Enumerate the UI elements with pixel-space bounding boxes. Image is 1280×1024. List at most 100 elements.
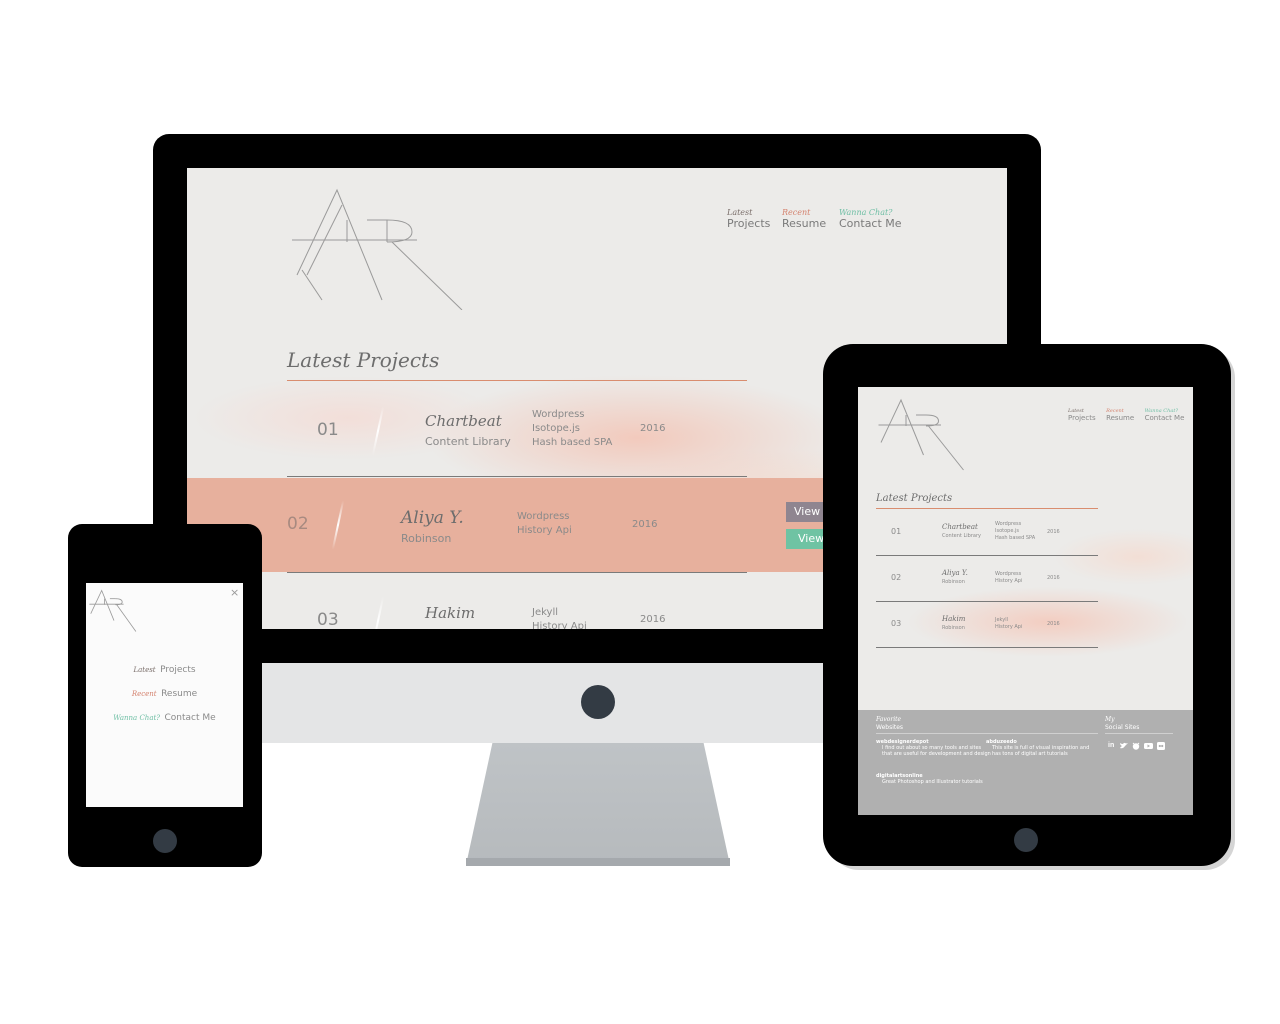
monitor-stand-base	[466, 858, 730, 866]
nav-item-resume[interactable]: Recent Resume	[1106, 408, 1134, 422]
tech-item: History Api	[517, 525, 572, 536]
divider-slash	[331, 500, 345, 550]
project-year: 2016	[1047, 621, 1060, 627]
project-row[interactable]: 03 Hakim Robinson Jekyll History Api 201…	[858, 607, 1193, 647]
project-tech: Wordpress Isotope.js Hash based SPA	[532, 408, 612, 450]
mobile-nav-resume[interactable]: Recent Resume	[86, 683, 243, 701]
project-name: Chartbeat	[942, 523, 978, 531]
row-divider	[287, 476, 747, 477]
footer-kicker: Favorite	[876, 716, 902, 723]
tech-item: Isotope.js	[995, 528, 1019, 534]
mobile-nav-contact[interactable]: Wanna Chat? Contact Me	[86, 707, 243, 725]
phone-screen: × Latest Projects Recent Resume Wanna Ch…	[86, 583, 243, 807]
project-tech: Wordpress Isotope.js Hash based SPA	[995, 521, 1035, 542]
tablet-nav: Latest Projects Recent Resume Wanna Chat…	[1068, 407, 1184, 425]
divider-slash	[371, 596, 385, 629]
nav-label: Contact Me	[1144, 414, 1185, 422]
footer-title: Websites	[876, 724, 904, 731]
tech-item: Wordpress	[995, 521, 1022, 527]
project-subtitle: Robinson	[942, 625, 965, 631]
tech-item: Hash based SPA	[532, 437, 613, 448]
footer-divider	[876, 733, 1098, 734]
project-number: 01	[317, 420, 339, 440]
project-number: 01	[891, 527, 902, 536]
nav-item-contact[interactable]: Wanna Chat? Contact Me	[839, 208, 902, 230]
project-tech: Wordpress History Api	[995, 571, 1022, 585]
linkedin-icon[interactable]: in	[1108, 742, 1116, 750]
close-icon[interactable]: ×	[230, 586, 239, 599]
project-subtitle: Content Library	[425, 435, 511, 448]
nav-kicker: Wanna Chat?	[839, 208, 893, 217]
mobile-nav-projects[interactable]: Latest Projects	[86, 659, 243, 677]
twitter-icon[interactable]	[1120, 742, 1128, 750]
nav-label: Projects	[1068, 414, 1096, 422]
project-number: 03	[891, 619, 902, 628]
nav-label: Contact Me	[839, 217, 902, 230]
tablet-footer: Favorite Websites webdesignerdepot I fin…	[858, 710, 1193, 815]
youtube-icon[interactable]	[1144, 742, 1153, 750]
site-desc: that are useful for development and desi…	[882, 751, 991, 757]
phone-home-button	[153, 829, 177, 853]
footer-site-item[interactable]: digitalartsonline Great Photoshop and Il…	[876, 773, 983, 785]
footer-kicker: My	[1105, 716, 1115, 723]
nav-kicker: Latest	[727, 208, 753, 217]
nav-label: Resume	[1106, 414, 1135, 422]
nav-label: Projects	[160, 665, 196, 675]
project-year: 2016	[1047, 529, 1060, 535]
row-divider	[876, 647, 1098, 648]
tech-item: History Api	[995, 578, 1023, 584]
footer-title: Social Sites	[1105, 724, 1140, 731]
logo-icon[interactable]	[287, 180, 477, 310]
project-year: 2016	[1047, 575, 1060, 581]
project-number: 02	[287, 514, 309, 534]
nav-label: Contact Me	[164, 713, 216, 723]
divider-slash	[371, 406, 385, 456]
nav-kicker: Latest	[133, 666, 156, 674]
tech-item: Wordpress	[995, 571, 1022, 577]
project-row[interactable]: 02 Aliya Y. Robinson Wordpress History A…	[858, 561, 1193, 601]
tech-item: Wordpress	[517, 511, 570, 522]
logo-icon[interactable]	[876, 395, 971, 475]
project-name: Hakim	[942, 615, 966, 623]
monitor-stand	[466, 743, 730, 865]
project-year: 2016	[632, 519, 658, 530]
project-name: Aliya Y.	[942, 569, 968, 577]
nav-label: Projects	[727, 217, 771, 230]
project-name: Chartbeat	[425, 412, 502, 430]
row-divider	[287, 572, 747, 573]
nav-item-projects[interactable]: Latest Projects	[727, 208, 770, 230]
title-underline	[287, 380, 747, 381]
project-subtitle: Robinson	[401, 532, 452, 545]
tech-item: History Api	[532, 621, 587, 629]
footer-site-item[interactable]: webdesignerdepot I find out about so man…	[876, 739, 991, 757]
nav-item-contact[interactable]: Wanna Chat? Contact Me	[1145, 408, 1185, 422]
nav-kicker: Recent	[131, 690, 157, 698]
footer-divider	[1105, 733, 1173, 734]
section-title: Latest Projects	[876, 493, 953, 504]
section-title: Latest Projects	[287, 348, 440, 372]
title-underline	[876, 508, 1098, 509]
tech-item: Wordpress	[532, 409, 585, 420]
site-desc: Great Photoshop and Illustrator tutorial…	[882, 779, 983, 785]
tech-item: History Api	[995, 624, 1023, 630]
footer-site-item[interactable]: abduzeedo This site is full of visual in…	[986, 739, 1089, 757]
social-icons: in	[1108, 742, 1165, 750]
nav-label: Resume	[161, 689, 198, 699]
project-number: 03	[317, 610, 339, 629]
flickr-icon[interactable]	[1157, 742, 1165, 750]
project-number: 02	[891, 573, 902, 582]
project-tech: Jekyll History Api	[532, 606, 587, 629]
nav-item-projects[interactable]: Latest Projects	[1068, 408, 1096, 422]
tech-item: Jekyll	[532, 607, 559, 618]
github-icon[interactable]	[1132, 742, 1140, 750]
project-tech: Wordpress History Api	[517, 510, 572, 538]
project-row[interactable]: 01 Chartbeat Content Library Wordpress I…	[858, 515, 1193, 555]
logo-icon[interactable]	[88, 587, 140, 635]
tech-item: Hash based SPA	[995, 535, 1036, 541]
project-name: Aliya Y.	[401, 508, 464, 528]
project-year: 2016	[640, 614, 666, 625]
row-divider	[876, 601, 1098, 602]
nav-label: Resume	[782, 217, 827, 230]
project-tech: Jekyll History Api	[995, 617, 1022, 631]
nav-item-resume[interactable]: Recent Resume	[782, 208, 826, 230]
